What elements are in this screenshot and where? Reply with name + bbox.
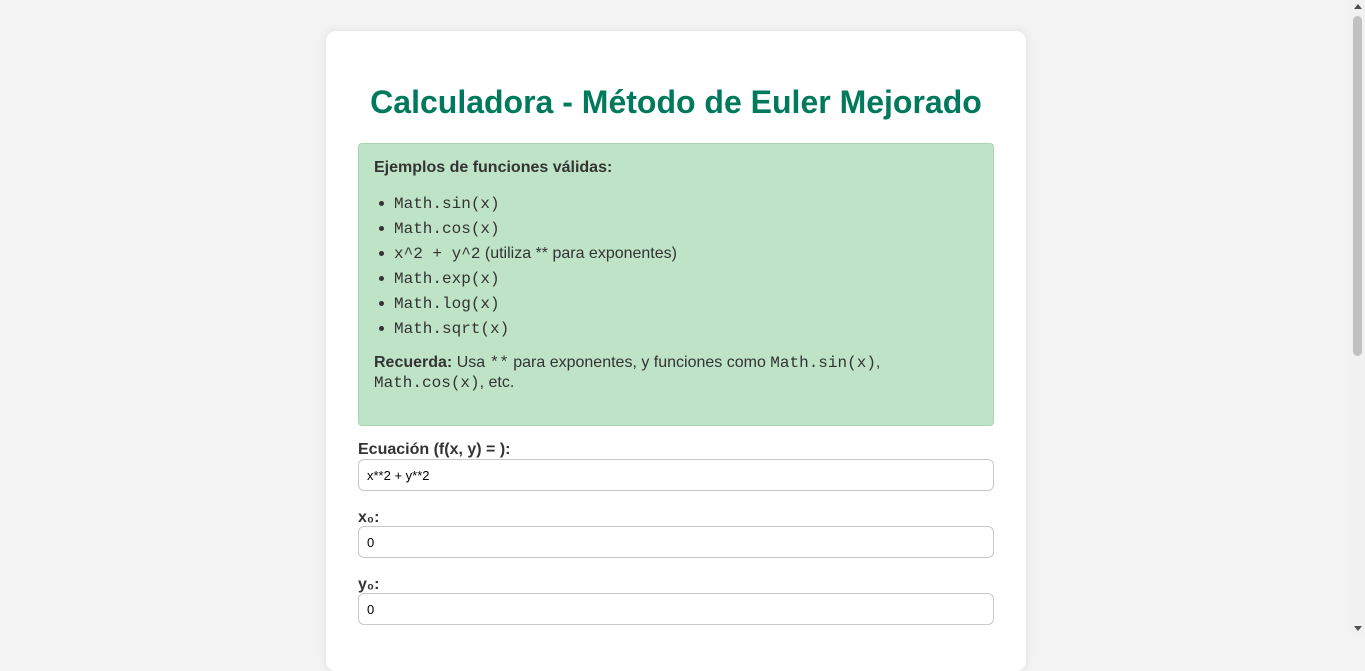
example-code: Math.cos(x) — [394, 220, 500, 238]
reminder-text: Usa — [452, 354, 490, 371]
example-code: Math.sin(x) — [394, 195, 500, 213]
example-note: (utiliza ** para exponentes) — [480, 245, 677, 262]
example-item: Math.cos(x) — [359, 216, 677, 241]
reminder-code: ** — [489, 354, 509, 372]
example-code: x^2 + y^2 — [394, 245, 481, 263]
equation-label: Ecuación (f(x, y) = ): — [358, 441, 511, 458]
example-item: x^2 + y^2 (utiliza ** para exponentes) — [359, 241, 677, 266]
example-item: Math.sin(x) — [359, 191, 677, 216]
x0-input[interactable] — [358, 526, 994, 558]
equation-input[interactable] — [358, 459, 994, 491]
page-scrollbar[interactable] — [1350, 0, 1365, 635]
reminder-code: Math.sin(x) — [770, 354, 876, 372]
example-code: Math.log(x) — [394, 295, 500, 313]
page-title: Calculadora - Método de Euler Mejorado — [370, 84, 982, 120]
example-item: Math.exp(x) — [359, 266, 677, 291]
scroll-down-arrow-icon[interactable] — [1354, 626, 1362, 631]
calculator-card: Calculadora - Método de Euler Mejorado E… — [326, 31, 1026, 671]
examples-list: Math.sin(x) Math.cos(x) x^2 + y^2 (utili… — [359, 191, 677, 341]
y0-input[interactable] — [358, 593, 994, 625]
scrollbar-thumb[interactable] — [1353, 16, 1362, 356]
y0-label: y₀: — [358, 576, 380, 593]
example-code: Math.sqrt(x) — [394, 320, 510, 338]
reminder-label: Recuerda: — [374, 354, 453, 371]
example-code: Math.exp(x) — [394, 270, 500, 288]
example-item: Math.sqrt(x) — [359, 316, 677, 341]
reminder-text: para exponentes, y funciones como — [508, 354, 771, 371]
reminder-text: , — [875, 354, 881, 371]
reminder-text: , etc. — [479, 374, 515, 391]
example-item: Math.log(x) — [359, 291, 677, 316]
reminder-note: Recuerda: Usa ** para exponentes, y func… — [374, 353, 934, 393]
reminder-code: Math.cos(x) — [374, 374, 480, 392]
examples-heading: Ejemplos de funciones válidas: — [374, 159, 613, 176]
scroll-up-arrow-icon[interactable] — [1354, 4, 1362, 9]
examples-box: Ejemplos de funciones válidas: Math.sin(… — [358, 143, 994, 426]
x0-label: x₀: — [358, 509, 380, 526]
